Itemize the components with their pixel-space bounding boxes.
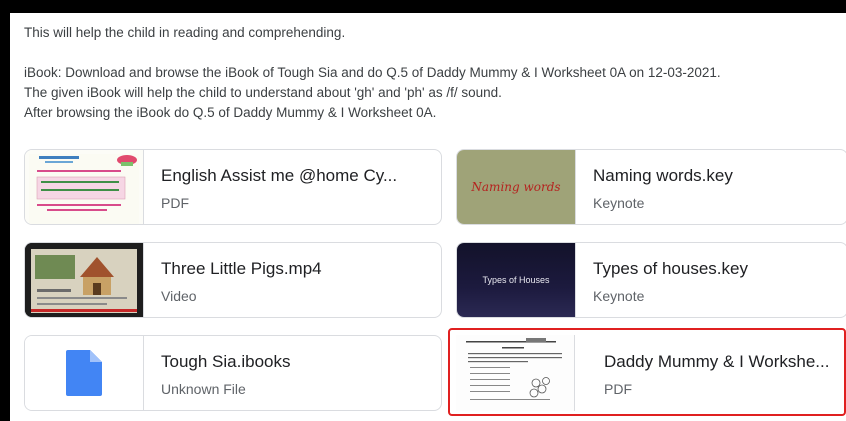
keynote-thumbnail: Naming words xyxy=(457,150,576,224)
window-top-bar xyxy=(0,0,846,13)
attachment-card-naming-words[interactable]: Naming words Naming words.key Keynote xyxy=(456,149,846,225)
attachment-title: Naming words.key xyxy=(593,166,733,185)
description-line: After browsing the iBook do Q.5 of Daddy… xyxy=(24,105,437,120)
attachment-title: English Assist me @home Cy... xyxy=(161,166,398,185)
attachment-card-daddy-mummy-worksheet[interactable]: Daddy Mummy & I Workshe... PDF xyxy=(448,328,846,416)
video-thumbnail xyxy=(25,243,144,317)
attachment-title: Daddy Mummy & I Workshe... xyxy=(604,352,830,371)
file-icon xyxy=(66,350,102,396)
assignment-panel: This will help the child in reading and … xyxy=(10,13,846,421)
thumbnail-text: Types of Houses xyxy=(482,275,550,285)
attachment-type: Video xyxy=(161,288,197,304)
keynote-thumbnail: Types of Houses xyxy=(457,243,576,317)
attachment-card-types-of-houses[interactable]: Types of Houses Types of houses.key Keyn… xyxy=(456,242,846,318)
description-line: This will help the child in reading and … xyxy=(24,25,346,40)
pdf-thumbnail xyxy=(456,335,575,411)
description-line: The given iBook will help the child to u… xyxy=(24,85,502,100)
attachment-title: Three Little Pigs.mp4 xyxy=(161,259,322,278)
thumbnail-text: Naming words xyxy=(471,180,561,194)
attachment-type: Keynote xyxy=(593,288,645,304)
file-thumbnail xyxy=(25,336,144,410)
attachment-card-tough-sia[interactable]: Tough Sia.ibooks Unknown File xyxy=(24,335,442,411)
assignment-description: This will help the child in reading and … xyxy=(24,23,846,123)
attachment-type: PDF xyxy=(604,381,632,397)
attachment-type: PDF xyxy=(161,195,189,211)
attachment-type: Unknown File xyxy=(161,381,246,397)
attachment-title: Tough Sia.ibooks xyxy=(161,352,291,371)
attachment-card-three-little-pigs[interactable]: Three Little Pigs.mp4 Video xyxy=(24,242,442,318)
pdf-thumbnail xyxy=(25,150,144,224)
attachment-title: Types of houses.key xyxy=(593,259,748,278)
attachment-card-english-assist[interactable]: English Assist me @home Cy... PDF xyxy=(24,149,442,225)
attachment-type: Keynote xyxy=(593,195,645,211)
description-line: iBook: Download and browse the iBook of … xyxy=(24,65,721,80)
